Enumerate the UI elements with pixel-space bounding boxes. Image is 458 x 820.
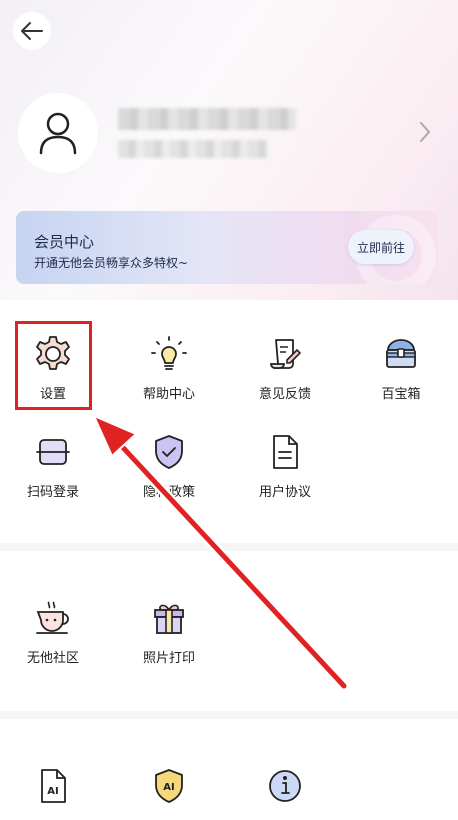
tool-user-agreement[interactable]: 用户协议 [245,432,325,512]
treasure-chest-icon [386,339,416,368]
scan-icon [36,439,70,465]
section-divider [0,711,458,719]
profile-arrow[interactable] [418,120,432,148]
tool-label: 隐私政策 [142,485,195,500]
community-label: 无他社区 [26,651,79,666]
ai-document-item[interactable]: AI [13,766,93,810]
vip-desc: 开通无他会员畅享众多特权~ [34,256,189,270]
vip-title: 会员中心 [34,233,95,251]
lightbulb-icon [151,336,187,370]
avatar[interactable] [18,93,98,173]
settings-highlight-box [15,321,92,410]
tool-label: 百宝箱 [381,387,421,402]
coffee-cup-icon [36,601,69,634]
arrow-left-icon [21,22,43,40]
user-id-blurred [118,140,268,158]
tool-label: 扫码登录 [26,485,79,500]
tool-toolbox[interactable]: 百宝箱 [361,334,441,414]
tool-label: 用户协议 [258,485,311,500]
ai-shield-icon: AI [155,769,183,803]
back-button[interactable] [13,12,51,50]
section-divider [0,543,458,551]
svg-text:AI: AI [47,786,58,797]
community-photo-print[interactable]: 照片打印 [129,598,209,678]
community-label: 照片打印 [142,651,195,666]
tool-feedback[interactable]: 意见反馈 [245,334,325,414]
tool-label: 意见反馈 [258,387,311,402]
info-icon [269,770,301,802]
user-icon [39,112,77,155]
feedback-scroll-icon [270,339,302,369]
tool-scan-login[interactable]: 扫码登录 [13,432,93,512]
ai-shield-item[interactable]: AI [129,766,209,810]
info-item[interactable] [245,766,325,810]
tool-privacy-policy[interactable]: 隐私政策 [129,432,209,512]
tool-label: 帮助中心 [142,387,195,402]
community-wuta[interactable]: 无他社区 [13,598,93,678]
shield-check-icon [155,435,183,469]
vip-center-card[interactable]: 会员中心 开通无他会员畅享众多特权~ 立即前往 [16,211,438,284]
gift-box-icon [154,604,184,634]
ai-document-icon: AI [41,769,66,803]
username-blurred [118,108,296,130]
vip-go-button[interactable]: 立即前往 [348,230,414,264]
chevron-right-icon [420,122,431,142]
svg-text:AI: AI [163,782,174,793]
document-icon [273,435,298,469]
tool-help-center[interactable]: 帮助中心 [129,334,209,414]
